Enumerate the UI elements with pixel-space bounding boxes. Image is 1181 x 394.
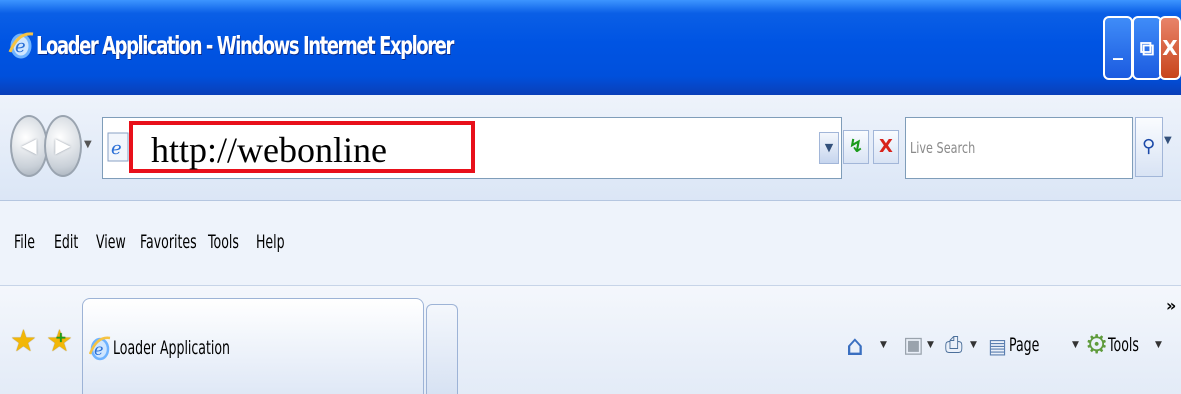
plus-icon: + — [55, 330, 67, 346]
menu-view[interactable]: View — [96, 231, 126, 253]
url-highlight-box: http://webonline — [129, 121, 475, 173]
home-dropdown-icon[interactable]: ▼ — [880, 340, 887, 350]
back-button[interactable]: ◀ — [10, 115, 48, 177]
new-tab-button[interactable] — [426, 304, 458, 394]
menu-bar: File Edit View Favorites Tools Help — [0, 201, 1181, 286]
page-ie-icon: e — [107, 132, 129, 162]
search-options-dropdown-icon[interactable]: ▼ — [1164, 135, 1172, 146]
add-to-favorites-star-icon[interactable]: ★ + — [46, 324, 73, 359]
menu-tools[interactable]: Tools — [208, 231, 239, 253]
svg-text:e: e — [111, 138, 122, 159]
refresh-button[interactable]: ↯ — [843, 130, 869, 164]
address-dropdown-button[interactable]: ▼ — [819, 132, 839, 164]
favorites-center-star-icon[interactable]: ★ — [10, 324, 37, 359]
search-button[interactable]: ⚲ — [1135, 117, 1163, 177]
recent-pages-dropdown-icon[interactable]: ▼ — [84, 139, 92, 150]
tab-label: Loader Application — [113, 337, 231, 359]
forward-arrow-icon: ▶ — [55, 133, 71, 157]
command-bar: ★ ★ + e Loader Application ⌂ ▼ ▣ ▼ ⎙ ▼ ▤ … — [0, 286, 1181, 394]
tools-dropdown-icon[interactable]: ▼ — [1155, 340, 1162, 350]
menu-help[interactable]: Help — [256, 231, 285, 253]
feeds-icon[interactable]: ▣ — [903, 333, 924, 358]
refresh-icon: ↯ — [848, 136, 864, 157]
window-title: Loader Application - Windows Internet Ex… — [36, 31, 454, 60]
navigation-bar: ◀ ▶ ▼ e http://webonline ▼ ↯ X Live Sear… — [0, 95, 1181, 201]
search-input[interactable]: Live Search — [905, 117, 1133, 179]
svg-text:e: e — [15, 36, 26, 57]
title-bar[interactable]: e Loader Application - Windows Internet … — [0, 0, 1181, 95]
menu-favorites[interactable]: Favorites — [140, 231, 197, 253]
gear-icon: ⚙ — [1085, 330, 1109, 360]
forward-button[interactable]: ▶ — [44, 115, 82, 177]
menu-edit[interactable]: Edit — [54, 231, 78, 253]
tab-loader-application[interactable]: e Loader Application — [82, 298, 424, 394]
page-dropdown-icon[interactable]: ▼ — [1072, 340, 1079, 350]
more-commands-chevron-icon[interactable]: » — [1166, 296, 1176, 315]
page-icon: ▤ — [988, 334, 1007, 358]
print-icon[interactable]: ⎙ — [945, 333, 963, 358]
feeds-dropdown-icon[interactable]: ▼ — [927, 340, 934, 350]
address-bar[interactable]: e http://webonline ▼ — [102, 117, 842, 179]
close-button[interactable]: X — [1159, 16, 1181, 80]
address-input[interactable]: http://webonline — [151, 129, 387, 171]
minimize-button[interactable]: _ — [1103, 16, 1133, 80]
search-icon: ⚲ — [1142, 136, 1156, 157]
svg-text:e: e — [94, 340, 103, 359]
ie-logo-icon: e — [8, 32, 34, 59]
stop-button[interactable]: X — [873, 130, 899, 164]
ie-tab-icon: e — [89, 336, 111, 361]
back-arrow-icon: ◀ — [21, 133, 37, 157]
menu-file[interactable]: File — [14, 231, 35, 253]
maximize-button[interactable]: ⧉ — [1132, 16, 1162, 80]
search-placeholder: Live Search — [910, 139, 976, 157]
home-icon[interactable]: ⌂ — [846, 329, 864, 362]
minimize-icon: _ — [1113, 36, 1123, 60]
restore-icon: ⧉ — [1139, 36, 1155, 60]
print-dropdown-icon[interactable]: ▼ — [970, 340, 977, 350]
close-icon: X — [1162, 36, 1178, 60]
page-menu-button[interactable]: Page — [1009, 334, 1039, 356]
tools-menu-button[interactable]: Tools — [1108, 334, 1139, 356]
stop-icon: X — [879, 136, 893, 157]
